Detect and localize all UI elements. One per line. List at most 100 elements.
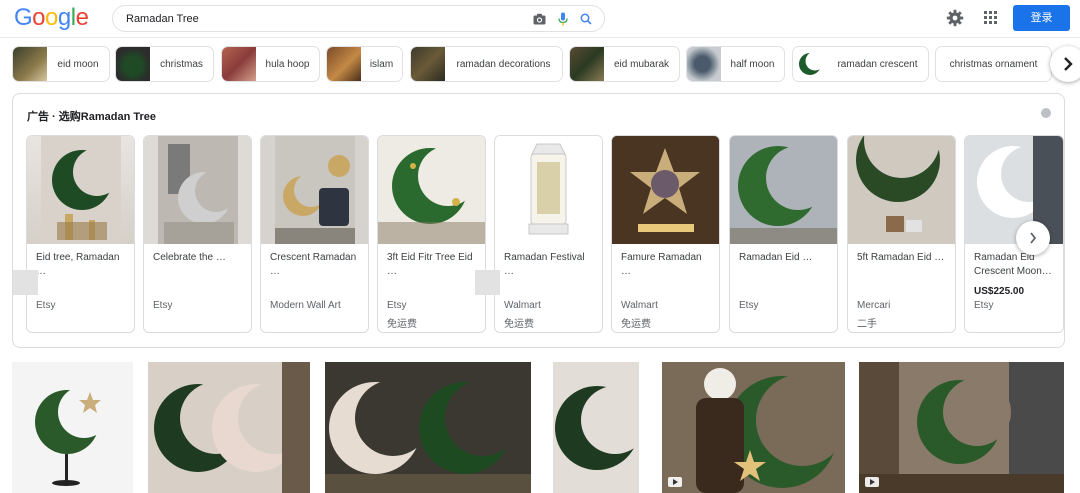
product-seller: Etsy	[387, 300, 407, 311]
product-seller: Etsy	[36, 300, 56, 311]
chip-eid-moon[interactable]: eid moon	[12, 46, 110, 82]
product-title: Crescent Ramadan …	[270, 252, 357, 277]
chip-label: ramadan decorations	[456, 58, 551, 70]
product-card[interactable]: Eid tree, Ramadan … Etsy	[26, 135, 135, 333]
chip-label: christmas	[160, 58, 203, 70]
crescent-tree-thumbnail	[859, 362, 1064, 493]
related-search-chips: eid moon christmas hula hoop islam ramad…	[0, 46, 1080, 82]
image-result[interactable]	[325, 362, 531, 493]
sign-in-button[interactable]: 登录	[1013, 5, 1070, 31]
product-card[interactable]: 5ft Ramadan Eid … Mercari 二手	[847, 135, 956, 333]
microphone-icon[interactable]	[558, 12, 568, 26]
crescent-tree-thumbnail	[662, 362, 845, 493]
chip-half-moon[interactable]: half moon	[686, 46, 785, 82]
camera-icon[interactable]	[533, 13, 546, 25]
chip-ramadan-crescent[interactable]: ramadan crescent	[792, 46, 929, 82]
product-image	[27, 136, 134, 244]
product-card[interactable]: Ramadan Eid … Etsy	[729, 135, 838, 333]
chip-hula-hoop[interactable]: hula hoop	[221, 46, 320, 82]
product-seller: Walmart	[621, 300, 658, 311]
product-card[interactable]: Crescent Ramadan … Modern Wall Art	[260, 135, 369, 333]
top-header: Google Ramadan Tree 登录	[0, 0, 1080, 38]
product-seller: Etsy	[974, 300, 994, 311]
chips-next-button[interactable]	[1050, 46, 1080, 82]
product-image	[378, 136, 485, 244]
chip-eid-mubarak[interactable]: eid mubarak	[569, 46, 680, 82]
image-result[interactable]	[12, 362, 133, 493]
play-icon[interactable]	[668, 477, 682, 487]
search-icon[interactable]	[580, 13, 592, 25]
product-title: Ramadan Festival …	[504, 252, 585, 277]
ads-panel-title: 广告 · 选购Ramadan Tree	[27, 111, 156, 123]
google-logo[interactable]: Google	[14, 4, 89, 31]
product-card[interactable]: Famure Ramadan … Walmart 免运费	[611, 135, 720, 333]
crescent-tree-thumbnail	[553, 362, 639, 493]
chip-label: eid mubarak	[613, 58, 670, 70]
loading-placeholder	[475, 270, 500, 295]
crescent-tree-image	[378, 146, 485, 244]
crescent-tree-image	[730, 136, 837, 244]
image-result[interactable]	[553, 362, 639, 493]
crescent-tree-image	[965, 136, 1063, 244]
product-card[interactable]: Celebrate the … Etsy	[143, 135, 252, 333]
chip-label: christmas ornament	[949, 58, 1038, 70]
logo-letter-g2: g	[57, 4, 71, 31]
product-image	[144, 136, 251, 244]
image-result[interactable]	[662, 362, 845, 493]
play-icon[interactable]	[865, 477, 879, 487]
product-seller: Mercari	[857, 300, 891, 311]
product-shipping: 免运费	[504, 319, 534, 330]
chip-thumbnail	[687, 47, 721, 81]
product-title: 3ft Eid Fitr Tree Eid …	[387, 252, 473, 277]
product-price: US$225.00	[974, 286, 1025, 297]
logo-letter-o2: o	[45, 4, 58, 31]
lantern-image	[528, 143, 569, 235]
chevron-right-icon	[1064, 57, 1073, 71]
crescent-tree-image	[41, 136, 121, 244]
search-icon-group	[533, 10, 592, 28]
crescent-thumbnail-icon	[799, 51, 825, 75]
product-shipping: 免运费	[387, 319, 417, 330]
chip-thumbnail	[411, 47, 445, 81]
apps-grid-icon[interactable]	[983, 10, 998, 25]
chip-label: islam	[369, 58, 394, 70]
crescent-tree-thumbnail	[35, 386, 110, 486]
chip-thumbnail	[793, 47, 827, 81]
star-lamp-image	[612, 136, 719, 244]
chip-label: eid moon	[57, 58, 99, 70]
product-image	[612, 136, 719, 244]
product-image	[261, 136, 368, 244]
chip-islam[interactable]: islam	[326, 46, 403, 82]
chip-thumbnail	[116, 47, 150, 81]
product-seller: Modern Wall Art	[270, 300, 341, 311]
logo-letter-o1: o	[32, 4, 46, 31]
gear-icon[interactable]	[946, 9, 964, 27]
crescent-tree-thumbnail	[148, 362, 310, 493]
chip-label: hula hoop	[265, 58, 310, 70]
chip-christmas[interactable]: christmas	[115, 46, 214, 82]
product-image	[848, 136, 955, 244]
info-icon[interactable]	[1041, 108, 1051, 118]
product-title: Celebrate the …	[153, 252, 226, 263]
image-result[interactable]	[859, 362, 1064, 493]
chip-thumbnail	[222, 47, 256, 81]
shopping-ads-panel: 广告 · 选购Ramadan Tree Eid tree, Ramadan … …	[12, 93, 1065, 348]
product-image	[495, 136, 602, 244]
product-card[interactable]: Ramadan Festival … Walmart 免运费	[494, 135, 603, 333]
chip-ramadan-decorations[interactable]: ramadan decorations	[410, 46, 563, 82]
product-card[interactable]: 3ft Eid Fitr Tree Eid … Etsy 免运费	[377, 135, 486, 333]
image-result[interactable]	[148, 362, 310, 493]
product-title: Ramadan Eid Crescent Moon…	[974, 252, 1052, 277]
ads-next-button[interactable]	[1016, 221, 1050, 255]
chip-thumbnail	[13, 47, 47, 81]
product-title: 5ft Ramadan Eid …	[857, 252, 945, 263]
chip-christmas-ornament[interactable]: christmas ornament	[935, 46, 1052, 82]
loading-placeholder	[13, 270, 38, 295]
chip-thumbnail	[570, 47, 604, 81]
chip-label: ramadan crescent	[837, 58, 918, 70]
crescent-tree-image	[158, 136, 238, 244]
crescent-tree-image	[275, 136, 355, 244]
product-image	[730, 136, 837, 244]
product-title: Famure Ramadan …	[621, 252, 702, 277]
search-input[interactable]	[126, 10, 506, 28]
